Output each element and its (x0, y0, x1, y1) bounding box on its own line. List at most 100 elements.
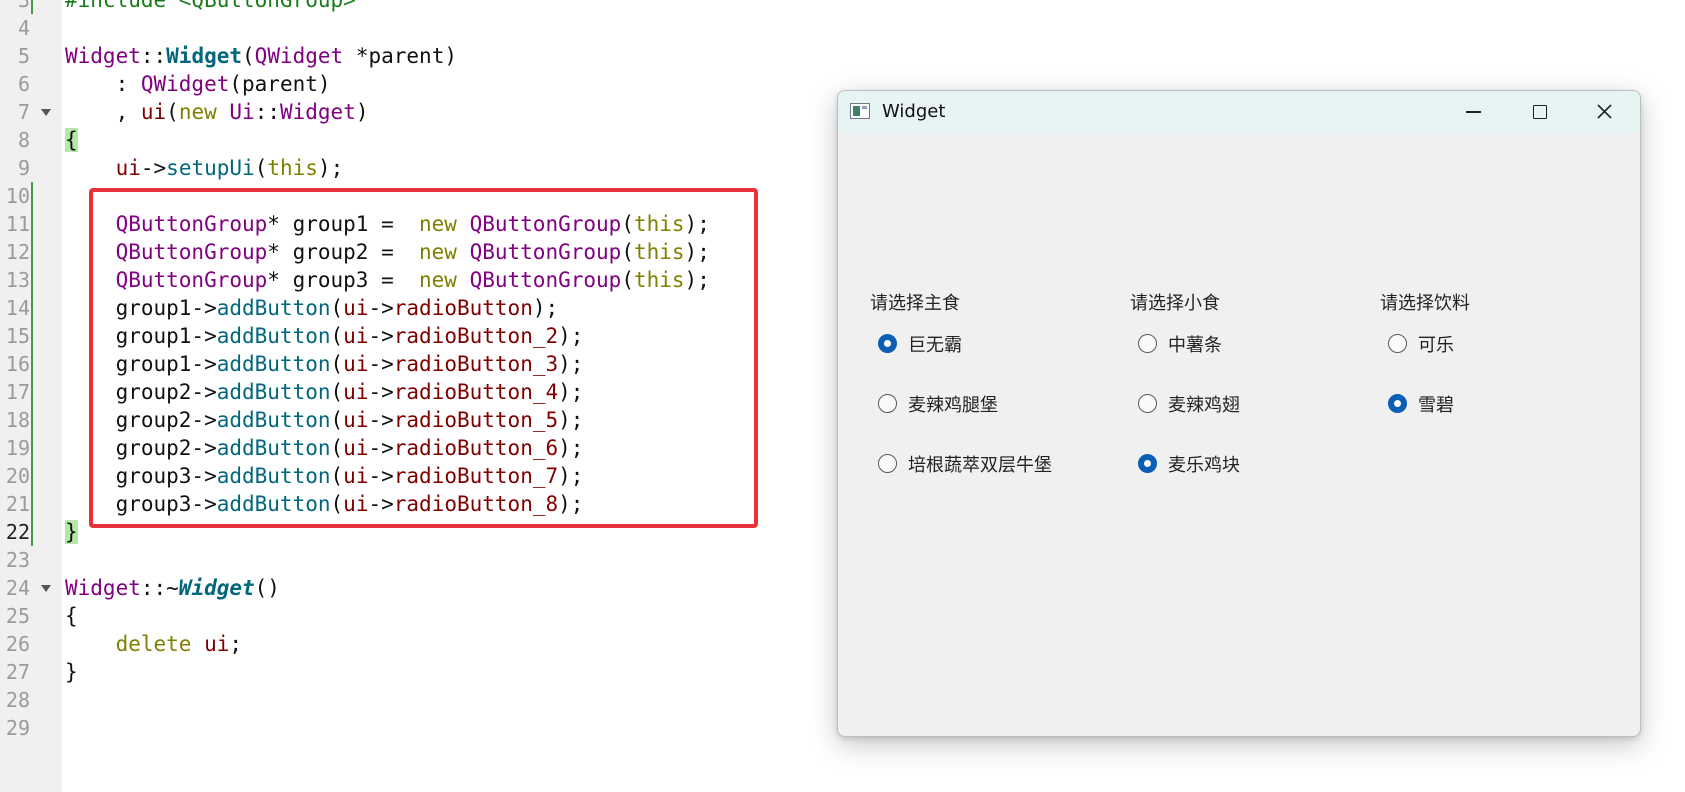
code-token: (parent) (229, 72, 331, 96)
code-token: delete (115, 632, 205, 656)
fold-arrow-icon[interactable] (41, 109, 51, 116)
code-line[interactable]: Widget::Widget(QWidget *parent) (65, 42, 457, 70)
line-number: 21 (5, 492, 30, 516)
code-line[interactable]: { (65, 126, 78, 154)
group-label: 请选择饮料 (1380, 293, 1470, 314)
code-token: { (65, 128, 78, 152)
radio-button[interactable] (878, 454, 897, 473)
code-token: () (254, 576, 280, 600)
code-token: ( (242, 44, 255, 68)
radio-label[interactable]: 麦辣鸡翅 (1168, 391, 1240, 417)
maximize-icon (1533, 105, 1547, 119)
group-label: 请选择主食 (870, 293, 960, 314)
line-number: 6 (17, 72, 30, 96)
code-line[interactable]: } (65, 518, 78, 546)
code-token: #include <QButtonGroup> (65, 0, 356, 12)
line-number: 14 (5, 296, 30, 320)
maximize-button[interactable] (1506, 91, 1574, 133)
code-token: } (65, 660, 78, 684)
code-token: : (65, 72, 141, 96)
line-number: 16 (5, 352, 30, 376)
code-token: this (267, 156, 318, 180)
code-token: Widget (166, 44, 243, 68)
code-token: ( (166, 100, 179, 124)
code-token: Widget (65, 576, 141, 600)
group-label: 请选择小食 (1130, 293, 1220, 314)
code-token: QWidget (140, 72, 230, 96)
code-token: { (65, 604, 78, 628)
line-number: 10 (5, 184, 30, 208)
code-token: setupUi (166, 156, 255, 180)
title-bar[interactable]: Widget (838, 91, 1640, 133)
close-icon (1597, 104, 1612, 119)
widget-window[interactable]: Widget 请选择主食巨无霸麦辣鸡腿堡培根蔬萃双层牛堡 请选择小食中薯条麦辣鸡翅… (837, 90, 1641, 737)
code-token: , (65, 100, 141, 124)
radio-label[interactable]: 中薯条 (1168, 331, 1222, 357)
code-line[interactable]: : QWidget(parent) (65, 70, 331, 98)
line-number: 3 (17, 0, 30, 12)
code-token: new (178, 100, 230, 124)
line-number: 17 (5, 380, 30, 404)
code-token: Ui (229, 100, 255, 124)
line-number: 25 (5, 604, 30, 628)
minimize-button[interactable] (1438, 91, 1506, 133)
radio-button[interactable] (1138, 334, 1157, 353)
change-marker (31, 0, 33, 14)
code-token: ui (140, 100, 167, 124)
app-window-icon (850, 103, 870, 119)
line-number: 8 (17, 128, 30, 152)
radio-label[interactable]: 培根蔬萃双层牛堡 (908, 451, 1052, 477)
line-number: 15 (5, 324, 30, 348)
code-token: ); (317, 156, 344, 180)
line-number: 20 (5, 464, 30, 488)
code-line[interactable]: } (65, 658, 78, 686)
window-title: Widget (882, 101, 946, 122)
radio-label[interactable]: 麦乐鸡块 (1168, 451, 1240, 477)
code-line[interactable]: { (65, 602, 78, 630)
line-number: 7 (17, 100, 30, 124)
line-number: 24 (5, 576, 30, 600)
code-highlight-box (89, 188, 758, 528)
code-line[interactable]: Widget::~Widget() (65, 574, 280, 602)
code-token: -> (140, 156, 167, 180)
code-line[interactable]: #include <QButtonGroup> (65, 0, 356, 14)
radio-button[interactable] (1388, 394, 1407, 413)
code-token: ; (229, 632, 243, 656)
fold-arrow-icon[interactable] (41, 585, 51, 592)
line-number: 27 (5, 660, 30, 684)
radio-button[interactable] (878, 334, 897, 353)
radio-label[interactable]: 巨无霸 (908, 331, 962, 357)
line-number: 13 (5, 268, 30, 292)
code-token: } (65, 520, 78, 544)
radio-label[interactable]: 麦辣鸡腿堡 (908, 391, 998, 417)
minimize-icon (1466, 111, 1481, 113)
code-token: ::~ (140, 576, 179, 600)
radio-button[interactable] (1138, 454, 1157, 473)
line-number: 19 (5, 436, 30, 460)
radio-label[interactable]: 可乐 (1418, 331, 1454, 357)
code-token: ui (115, 156, 141, 180)
line-number: 4 (17, 16, 30, 40)
line-number: 22 (5, 520, 30, 544)
code-line[interactable]: delete ui; (65, 630, 242, 658)
line-number: 5 (17, 44, 30, 68)
line-number: 23 (5, 548, 30, 572)
code-token: Widget (65, 44, 141, 68)
radio-button[interactable] (1138, 394, 1157, 413)
radio-button[interactable] (878, 394, 897, 413)
code-line[interactable]: , ui(new Ui::Widget) (65, 98, 369, 126)
line-number: 18 (5, 408, 30, 432)
radio-button[interactable] (1388, 334, 1407, 353)
code-line[interactable]: ui->setupUi(this); (65, 154, 344, 182)
code-token: ) (355, 100, 369, 124)
line-number: 12 (5, 240, 30, 264)
code-token: ( (254, 156, 268, 180)
code-token: :: (254, 100, 280, 124)
radio-label[interactable]: 雪碧 (1418, 391, 1454, 417)
code-token: *parent) (343, 44, 457, 68)
code-token: :: (140, 44, 167, 68)
line-number: 11 (5, 212, 30, 236)
line-number: 29 (5, 716, 30, 740)
close-button[interactable] (1571, 91, 1639, 133)
